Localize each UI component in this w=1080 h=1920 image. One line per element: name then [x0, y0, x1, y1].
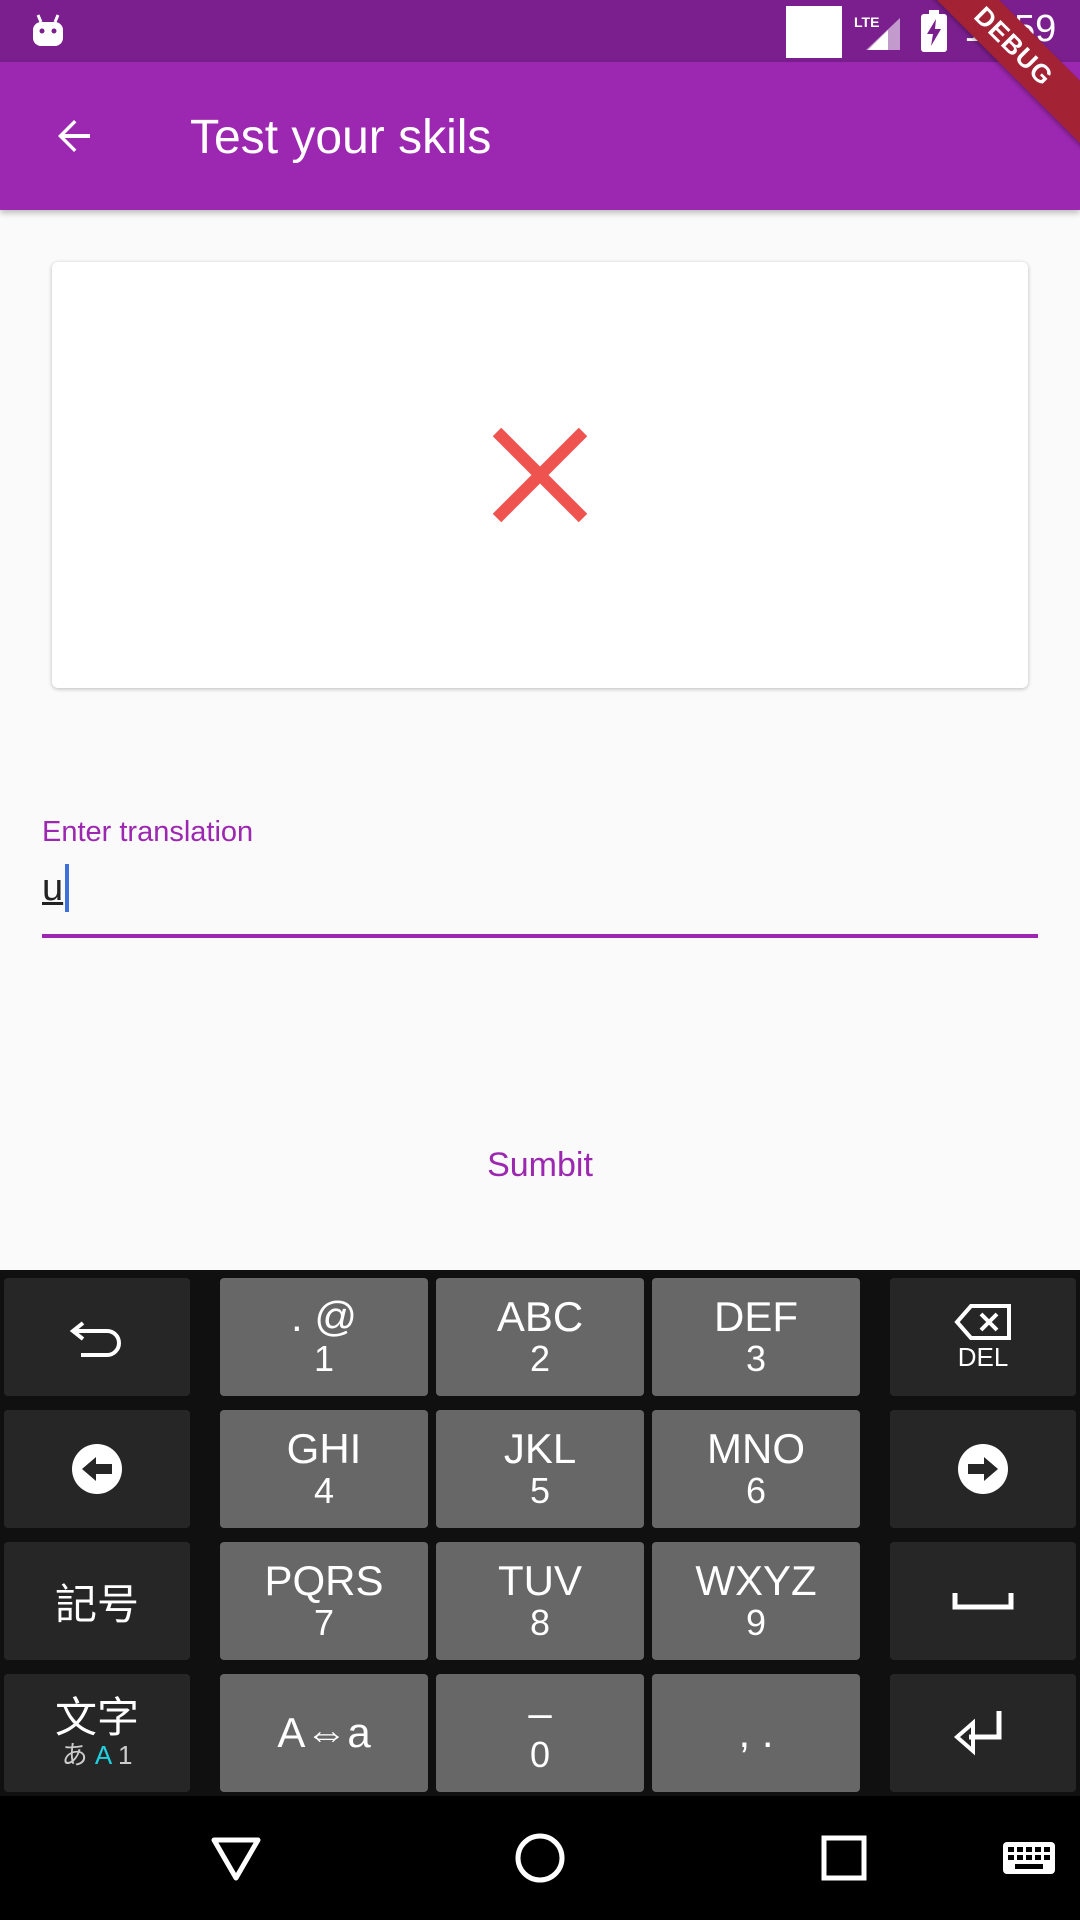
- result-card: [52, 262, 1028, 688]
- battery-charging-icon: [921, 10, 947, 52]
- back-button[interactable]: [40, 102, 108, 170]
- key-5-letters: JKL: [503, 1425, 577, 1472]
- key-1-letters: . @: [291, 1293, 357, 1340]
- key-char-mode-sub: あ A 1: [62, 1740, 133, 1770]
- char-mode-alpha: A: [94, 1740, 111, 1770]
- key-punctuation-label: , .: [738, 1709, 774, 1756]
- text-caret: [65, 864, 70, 912]
- key-1-digit: 1: [313, 1338, 335, 1379]
- key-0-digit: 0: [529, 1734, 551, 1775]
- undo-icon: [69, 1321, 121, 1357]
- status-bar: LTE 11:59: [0, 0, 1080, 62]
- key-3-letters: DEF: [714, 1293, 798, 1340]
- key-space[interactable]: [890, 1542, 1076, 1660]
- key-1[interactable]: . @ 1: [220, 1278, 428, 1396]
- key-5-digit: 5: [529, 1470, 551, 1511]
- soft-keyboard: . @ 1 ABC 2 DEF 3 DEL GHI 4 JKL 5 MNO 6: [0, 1270, 1080, 1796]
- key-symbols[interactable]: 記号: [4, 1542, 190, 1660]
- key-3[interactable]: DEF 3: [652, 1278, 860, 1396]
- key-0-symbol: –: [528, 1689, 552, 1736]
- key-symbols-label: 記号: [54, 1580, 139, 1628]
- field-underline: [42, 934, 1038, 938]
- home-circle-icon: [515, 1833, 565, 1883]
- key-case-toggle[interactable]: A⇔a: [220, 1674, 428, 1792]
- key-cursor-left[interactable]: [4, 1410, 190, 1528]
- key-punctuation[interactable]: , .: [652, 1674, 860, 1792]
- key-9-digit: 9: [745, 1602, 767, 1643]
- keyboard-switch-button[interactable]: [994, 1824, 1064, 1892]
- key-delete[interactable]: DEL: [890, 1278, 1076, 1396]
- navigation-bar: [0, 1796, 1080, 1920]
- key-7[interactable]: PQRS 7: [220, 1542, 428, 1660]
- key-5[interactable]: JKL 5: [436, 1410, 644, 1528]
- key-8-letters: TUV: [498, 1557, 582, 1604]
- android-icon: [33, 14, 63, 46]
- page-title: Test your skils: [190, 111, 492, 164]
- key-cursor-right[interactable]: [890, 1410, 1076, 1528]
- key-7-digit: 7: [313, 1602, 335, 1643]
- back-triangle-icon: [211, 1837, 261, 1881]
- key-case-toggle-label: A⇔a: [277, 1709, 371, 1756]
- backspace-icon: [954, 1304, 1011, 1340]
- char-mode-number: 1: [117, 1740, 133, 1770]
- close-icon: [492, 427, 588, 523]
- key-7-letters: PQRS: [264, 1557, 384, 1604]
- key-8-digit: 8: [529, 1602, 551, 1643]
- key-char-mode[interactable]: 文字 あ A 1: [4, 1674, 190, 1792]
- key-4[interactable]: GHI 4: [220, 1410, 428, 1528]
- key-2[interactable]: ABC 2: [436, 1278, 644, 1396]
- translation-field[interactable]: Enter translation u: [42, 810, 1038, 940]
- key-9-letters: WXYZ: [695, 1557, 817, 1604]
- key-2-letters: ABC: [496, 1293, 584, 1340]
- key-3-digit: 3: [745, 1338, 767, 1379]
- enter-icon: [953, 1711, 1002, 1756]
- recents-square-icon: [821, 1835, 867, 1881]
- key-8[interactable]: TUV 8: [436, 1542, 644, 1660]
- key-enter[interactable]: [890, 1674, 1076, 1792]
- translation-field-label: Enter translation: [42, 816, 254, 848]
- translation-input[interactable]: u: [42, 860, 70, 916]
- nav-home-button[interactable]: [506, 1824, 574, 1892]
- key-0[interactable]: – 0: [436, 1674, 644, 1792]
- key-6[interactable]: MNO 6: [652, 1410, 860, 1528]
- nav-recents-button[interactable]: [810, 1824, 878, 1892]
- key-4-letters: GHI: [286, 1425, 362, 1472]
- key-undo[interactable]: [4, 1278, 190, 1396]
- char-mode-hiragana: あ: [61, 1740, 88, 1770]
- key-delete-label: DEL: [957, 1342, 1009, 1372]
- arrow-right-circle-icon: [958, 1444, 1008, 1494]
- keyboard-icon: [1003, 1842, 1055, 1874]
- nav-back-button[interactable]: [202, 1824, 270, 1892]
- translation-input-value: u: [42, 866, 64, 909]
- space-icon: [952, 1593, 1014, 1610]
- signal-icon: [866, 18, 900, 50]
- app-bar: Test your skils: [0, 62, 1080, 210]
- key-4-digit: 4: [313, 1470, 335, 1511]
- arrow-left-circle-icon: [72, 1444, 122, 1494]
- key-6-letters: MNO: [707, 1425, 805, 1472]
- submit-button[interactable]: Sumbit: [440, 1130, 640, 1200]
- arrow-back-icon: [58, 120, 90, 152]
- key-6-digit: 6: [745, 1470, 767, 1511]
- key-char-mode-label: 文字: [54, 1694, 139, 1741]
- notification-icon: [786, 6, 842, 58]
- key-2-digit: 2: [529, 1338, 551, 1379]
- key-9[interactable]: WXYZ 9: [652, 1542, 860, 1660]
